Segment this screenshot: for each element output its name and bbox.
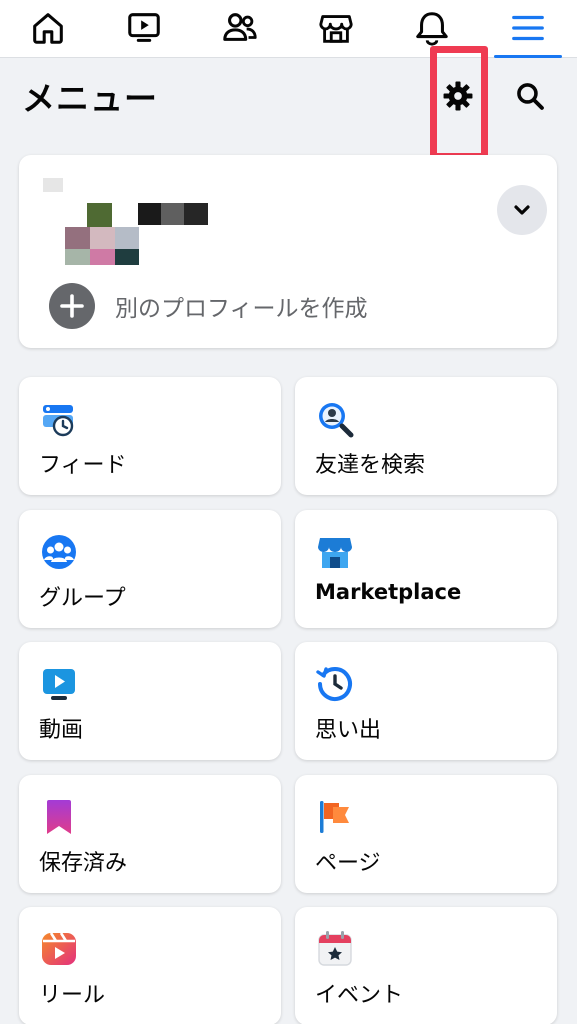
shortcut-groups[interactable]: グループ — [19, 510, 281, 628]
shortcut-label: 友達を検索 — [315, 453, 426, 478]
bell-icon — [416, 12, 448, 46]
shortcut-find-friends[interactable]: 友達を検索 — [295, 377, 557, 495]
shortcut-label: Marketplace — [315, 580, 462, 604]
reels-icon — [39, 929, 79, 969]
shortcut-feed[interactable]: フィード — [19, 377, 281, 495]
chevron-down-icon — [514, 205, 530, 215]
shortcut-pages[interactable]: ページ — [295, 775, 557, 893]
shortcut-label: グループ — [39, 586, 126, 611]
gear-icon — [443, 81, 473, 111]
shortcut-video[interactable]: 動画 — [19, 642, 281, 760]
profile-card[interactable]: 別のプロフィールを作成 — [19, 155, 557, 348]
home-icon — [33, 13, 63, 44]
shortcut-reels[interactable]: リール — [19, 907, 281, 1024]
pages-flag-icon — [315, 797, 355, 837]
marketplace-icon — [319, 15, 353, 43]
marketplace-store-icon — [315, 532, 355, 572]
plus-icon — [49, 283, 95, 329]
shortcut-memories[interactable]: 思い出 — [295, 642, 557, 760]
shortcut-label: イベント — [315, 983, 404, 1008]
nav-home-button[interactable] — [10, 0, 86, 56]
feed-icon — [39, 399, 79, 439]
shortcut-events[interactable]: イベント — [295, 907, 557, 1024]
shortcut-saved[interactable]: 保存済み — [19, 775, 281, 893]
nav-notifications-button[interactable] — [394, 0, 470, 56]
create-profile-row[interactable]: 別のプロフィールを作成 — [49, 279, 368, 333]
memories-icon — [315, 664, 355, 704]
saved-bookmark-icon — [39, 797, 79, 837]
nav-marketplace-button[interactable] — [298, 0, 374, 56]
video-icon — [128, 13, 160, 42]
search-button[interactable] — [504, 70, 556, 122]
shortcut-label: 思い出 — [315, 718, 382, 743]
profile-name-redacted — [138, 203, 208, 225]
shortcut-label: リール — [39, 983, 106, 1008]
shortcut-label: 動画 — [39, 718, 84, 743]
events-calendar-icon — [315, 929, 355, 969]
video-tile-icon — [39, 664, 79, 704]
search-icon — [517, 83, 544, 110]
friends-icon — [223, 13, 257, 41]
shortcut-label: 保存済み — [39, 851, 128, 876]
menu-header: メニュー — [0, 58, 577, 150]
top-navigation-bar — [0, 0, 577, 58]
shortcut-label: フィード — [39, 453, 127, 478]
avatar[interactable] — [43, 178, 139, 266]
groups-icon — [39, 532, 79, 572]
menu-icon — [512, 15, 544, 41]
shortcut-label: ページ — [315, 851, 381, 876]
create-profile-label: 別のプロフィールを作成 — [115, 296, 368, 322]
find-friends-icon — [315, 399, 355, 439]
nav-friends-button[interactable] — [202, 0, 278, 56]
settings-button[interactable] — [432, 70, 484, 122]
profile-expand-button[interactable] — [497, 185, 547, 235]
nav-video-button[interactable] — [106, 0, 182, 56]
nav-menu-button[interactable] — [490, 0, 566, 58]
page-title: メニュー — [22, 79, 158, 118]
shortcut-marketplace[interactable]: Marketplace — [295, 510, 557, 628]
